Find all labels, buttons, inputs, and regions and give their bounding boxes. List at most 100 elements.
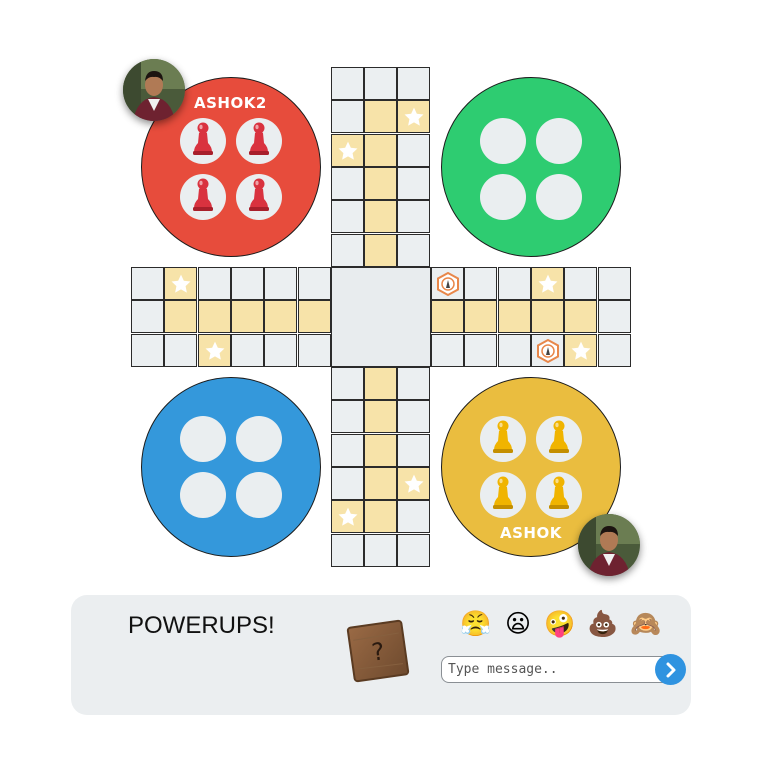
yellow-token-slot[interactable] <box>480 416 526 462</box>
board-cell[interactable] <box>331 467 364 500</box>
home-path-cell[interactable] <box>264 300 297 333</box>
home-path-cell[interactable] <box>564 334 597 367</box>
chat-message-input[interactable] <box>441 656 681 683</box>
home-path-cell[interactable] <box>198 300 231 333</box>
board-cell[interactable] <box>564 267 597 300</box>
powerup-mystery-box[interactable]: ? <box>345 618 411 684</box>
board-cell[interactable] <box>131 267 164 300</box>
board-cell[interactable] <box>331 434 364 467</box>
red-pawn-icon[interactable] <box>248 177 270 217</box>
home-path-cell[interactable] <box>331 134 364 167</box>
home-path-cell[interactable] <box>164 267 197 300</box>
board-cell[interactable] <box>397 400 430 433</box>
board-cell[interactable] <box>397 367 430 400</box>
board-cell[interactable] <box>464 334 497 367</box>
emoji-reaction-button[interactable]: 😤 <box>460 609 492 639</box>
home-path-cell[interactable] <box>198 334 231 367</box>
home-path-cell[interactable] <box>364 100 397 133</box>
red-pawn-icon[interactable] <box>192 177 214 217</box>
home-path-cell[interactable] <box>364 367 397 400</box>
emoji-reaction-button[interactable]: 😦 <box>502 609 534 639</box>
home-path-cell[interactable] <box>364 500 397 533</box>
green-token-slot <box>536 174 582 220</box>
home-path-cell[interactable] <box>164 300 197 333</box>
board-cell[interactable] <box>397 234 430 267</box>
yellow-token-slot[interactable] <box>536 472 582 518</box>
home-path-cell[interactable] <box>364 134 397 167</box>
home-path-cell[interactable] <box>231 300 264 333</box>
board-cell[interactable] <box>397 534 430 567</box>
board-cell[interactable] <box>464 267 497 300</box>
board-cell[interactable] <box>331 234 364 267</box>
powerup-token-icon <box>432 268 463 299</box>
red-token-slot[interactable] <box>236 174 282 220</box>
home-path-cell[interactable] <box>364 467 397 500</box>
board-cell[interactable] <box>331 100 364 133</box>
star-icon <box>332 135 363 166</box>
home-path-cell[interactable] <box>331 500 364 533</box>
board-cell[interactable] <box>231 267 264 300</box>
home-path-cell[interactable] <box>298 300 331 333</box>
star-icon <box>532 268 563 299</box>
board-cell[interactable] <box>397 167 430 200</box>
home-path-cell[interactable] <box>397 467 430 500</box>
send-message-button[interactable] <box>655 654 686 685</box>
board-cell[interactable] <box>264 267 297 300</box>
home-path-cell[interactable] <box>498 300 531 333</box>
board-cell[interactable] <box>431 267 464 300</box>
board-cell[interactable] <box>264 334 297 367</box>
yellow-token-slot[interactable] <box>536 416 582 462</box>
board-cell[interactable] <box>331 200 364 233</box>
board-cell[interactable] <box>298 267 331 300</box>
red-token-slot[interactable] <box>236 118 282 164</box>
board-cell[interactable] <box>364 67 397 100</box>
board-cell[interactable] <box>231 334 264 367</box>
board-cell[interactable] <box>397 134 430 167</box>
home-path-cell[interactable] <box>431 300 464 333</box>
board-cell[interactable] <box>331 400 364 433</box>
board-cell[interactable] <box>331 167 364 200</box>
board-cell[interactable] <box>198 267 231 300</box>
home-path-cell[interactable] <box>364 434 397 467</box>
emoji-reaction-button[interactable]: 🙈 <box>630 609 662 639</box>
red-pawn-icon[interactable] <box>192 121 214 161</box>
home-path-cell[interactable] <box>531 300 564 333</box>
board-cell[interactable] <box>531 334 564 367</box>
board-cell[interactable] <box>598 267 631 300</box>
home-path-cell[interactable] <box>464 300 497 333</box>
board-cell[interactable] <box>331 534 364 567</box>
board-cell[interactable] <box>131 300 164 333</box>
board-cell[interactable] <box>298 334 331 367</box>
home-path-cell[interactable] <box>397 100 430 133</box>
board-cell[interactable] <box>397 200 430 233</box>
yellow-pawn-icon[interactable] <box>548 419 570 459</box>
red-pawn-icon[interactable] <box>248 121 270 161</box>
board-cell[interactable] <box>131 334 164 367</box>
board-cell[interactable] <box>397 67 430 100</box>
emoji-reaction-button[interactable]: 🤪 <box>544 609 576 639</box>
board-cell[interactable] <box>397 500 430 533</box>
board-cell[interactable] <box>364 534 397 567</box>
yellow-pawn-icon[interactable] <box>548 475 570 515</box>
yellow-pawn-icon[interactable] <box>492 419 514 459</box>
board-cell[interactable] <box>331 367 364 400</box>
home-path-cell[interactable] <box>564 300 597 333</box>
yellow-pawn-icon[interactable] <box>492 475 514 515</box>
home-path-cell[interactable] <box>364 167 397 200</box>
board-cell[interactable] <box>431 334 464 367</box>
red-token-slot[interactable] <box>180 118 226 164</box>
red-token-slot[interactable] <box>180 174 226 220</box>
home-path-cell[interactable] <box>531 267 564 300</box>
home-path-cell[interactable] <box>364 234 397 267</box>
home-path-cell[interactable] <box>364 400 397 433</box>
board-cell[interactable] <box>331 67 364 100</box>
emoji-reaction-button[interactable]: 💩 <box>587 609 619 639</box>
board-cell[interactable] <box>397 434 430 467</box>
yellow-token-slot[interactable] <box>480 472 526 518</box>
board-cell[interactable] <box>598 300 631 333</box>
home-path-cell[interactable] <box>364 200 397 233</box>
board-cell[interactable] <box>498 334 531 367</box>
board-cell[interactable] <box>498 267 531 300</box>
board-cell[interactable] <box>164 334 197 367</box>
board-cell[interactable] <box>598 334 631 367</box>
